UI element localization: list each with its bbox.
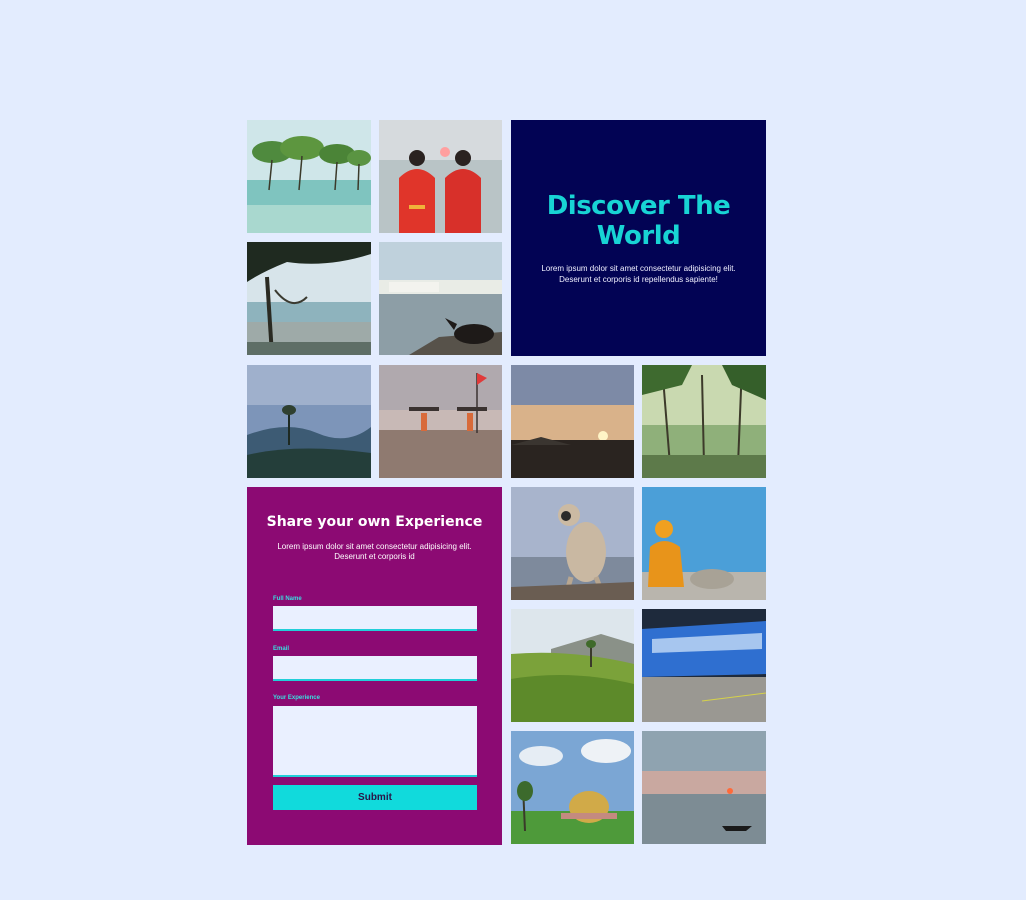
photo-tea-plantation[interactable] xyxy=(511,609,634,722)
photo-sadhu-blue-wall[interactable] xyxy=(642,487,766,600)
experience-textarea[interactable] xyxy=(273,706,477,777)
hero-title: Discover The World xyxy=(546,191,731,251)
photo-langur-monkey[interactable] xyxy=(511,487,634,600)
photo-boat-carriers-beach[interactable] xyxy=(379,365,502,478)
form-title: Share your own Experience xyxy=(266,514,483,530)
photo-cow-lake[interactable] xyxy=(379,242,502,355)
photo-blue-train[interactable] xyxy=(642,609,766,722)
photo-mangrove[interactable] xyxy=(247,120,371,233)
photo-palm-grove[interactable] xyxy=(642,365,766,478)
photo-two-people-sunrise[interactable] xyxy=(379,120,502,233)
full-name-label: Full Name xyxy=(273,596,302,602)
photo-hammock-beach[interactable] xyxy=(247,242,371,355)
photo-sunset-plain[interactable] xyxy=(511,365,634,478)
photo-boat-lake-dusk[interactable] xyxy=(642,731,766,844)
hero-panel: Discover The World Lorem ipsum dolor sit… xyxy=(511,120,766,356)
full-name-input[interactable] xyxy=(273,606,477,631)
photo-misty-hills[interactable] xyxy=(247,365,371,478)
submit-button[interactable]: Submit xyxy=(273,785,477,810)
form-subtitle: Lorem ipsum dolor sit amet consectetur a… xyxy=(277,542,472,561)
hero-text: Lorem ipsum dolor sit amet consectetur a… xyxy=(541,264,736,284)
gallery-grid: Discover The World Lorem ipsum dolor sit… xyxy=(0,0,1026,900)
experience-label: Your Experience xyxy=(273,695,320,701)
email-label: Email xyxy=(273,646,290,652)
experience-form-panel: Share your own Experience Lorem ipsum do… xyxy=(247,487,502,845)
photo-golden-dome[interactable] xyxy=(511,731,634,844)
email-input[interactable] xyxy=(273,656,477,681)
